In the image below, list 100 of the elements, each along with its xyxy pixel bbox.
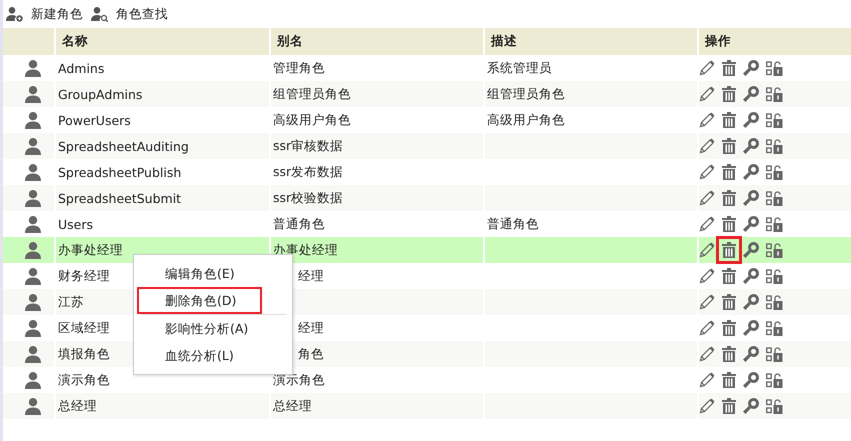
person-icon [24, 242, 40, 258]
table-cell: Admins [58, 60, 104, 76]
key-icon[interactable] [743, 294, 759, 310]
menu-item[interactable]: 删除角色(D) [137, 287, 262, 314]
pencil-icon[interactable] [699, 242, 715, 258]
key-icon[interactable] [743, 372, 759, 388]
table-cell: 填报角色 [58, 346, 110, 362]
trash-icon[interactable] [722, 216, 736, 232]
trash-icon[interactable] [722, 112, 736, 128]
lock-icon[interactable] [766, 268, 783, 284]
trash-icon[interactable] [722, 268, 736, 284]
trash-icon[interactable] [722, 320, 736, 336]
person-icon [24, 346, 40, 362]
table-cell: 总经理 [273, 398, 312, 414]
trash-icon[interactable] [722, 164, 736, 180]
key-icon[interactable] [743, 346, 759, 362]
key-icon[interactable] [743, 268, 759, 284]
lock-icon[interactable] [766, 320, 783, 336]
table-cell: ssr审核数据 [273, 138, 344, 154]
menu-item[interactable]: 血统分析(L) [137, 342, 289, 369]
trash-icon[interactable] [722, 190, 736, 206]
table-row[interactable]: 总经理 总经理 [3, 393, 851, 419]
person-icon [24, 268, 40, 284]
lock-icon[interactable] [766, 216, 783, 232]
key-icon[interactable] [743, 242, 759, 258]
person-icon [24, 294, 40, 310]
table-cell: 普通角色 [273, 216, 325, 232]
key-icon[interactable] [743, 398, 759, 414]
pencil-icon[interactable] [699, 346, 715, 362]
person-icon [24, 372, 40, 388]
table-row[interactable]: GroupAdmins 组管理员角色 组管理员角色 [3, 81, 851, 107]
lock-icon[interactable] [766, 294, 783, 310]
find-role-button[interactable]: 角色查找 [91, 6, 172, 22]
lock-icon[interactable] [766, 190, 783, 206]
trash-icon[interactable] [722, 86, 736, 102]
person-icon [24, 138, 40, 154]
trash-icon[interactable] [722, 294, 736, 310]
menu-item[interactable]: 影响性分析(A) [137, 315, 289, 342]
table-cell: 经理 [298, 268, 324, 284]
trash-icon[interactable] [722, 242, 736, 258]
trash-icon[interactable] [722, 398, 736, 414]
pencil-icon[interactable] [699, 190, 715, 206]
key-icon[interactable] [743, 86, 759, 102]
lock-icon[interactable] [766, 60, 783, 76]
table-cell: 高级用户角色 [487, 112, 565, 128]
pencil-icon[interactable] [699, 86, 715, 102]
lock-icon[interactable] [766, 112, 783, 128]
key-icon[interactable] [743, 112, 759, 128]
pencil-icon[interactable] [699, 294, 715, 310]
table-cell: ssr校验数据 [273, 190, 344, 206]
key-icon[interactable] [743, 138, 759, 154]
table-cell: 总经理 [58, 398, 97, 414]
table-row[interactable]: SpreadsheetAuditing ssr审核数据 [3, 133, 851, 159]
trash-icon[interactable] [722, 372, 736, 388]
table-cell: PowerUsers [58, 112, 131, 128]
person-icon [24, 216, 40, 232]
pencil-icon[interactable] [699, 320, 715, 336]
pencil-icon[interactable] [699, 60, 715, 76]
person-icon [24, 320, 40, 336]
lock-icon[interactable] [766, 164, 783, 180]
person-icon [24, 190, 40, 206]
trash-icon[interactable] [722, 60, 736, 76]
table-cell: 财务经理 [58, 268, 110, 284]
menu-item[interactable]: 编辑角色(E) [137, 260, 289, 287]
table-cell: SpreadsheetPublish [58, 164, 182, 180]
table-cell: GroupAdmins [58, 86, 142, 102]
table-cell: Users [58, 216, 94, 232]
lock-icon[interactable] [766, 398, 783, 414]
pencil-icon[interactable] [699, 164, 715, 180]
trash-icon[interactable] [722, 346, 736, 362]
table-cell: 组管理员角色 [273, 86, 351, 102]
pencil-icon[interactable] [699, 216, 715, 232]
key-icon[interactable] [743, 164, 759, 180]
new-role-button[interactable]: 新建角色 [6, 6, 87, 22]
table-cell: 办事处经理 [58, 242, 123, 258]
table-cell: ssr发布数据 [273, 164, 344, 180]
person-icon [24, 398, 40, 414]
key-icon[interactable] [743, 190, 759, 206]
pencil-icon[interactable] [699, 138, 715, 154]
trash-icon[interactable] [722, 138, 736, 154]
key-icon[interactable] [743, 320, 759, 336]
table-cell: 管理角色 [273, 60, 325, 76]
pencil-icon[interactable] [699, 268, 715, 284]
lock-icon[interactable] [766, 372, 783, 388]
lock-icon[interactable] [766, 86, 783, 102]
pencil-icon[interactable] [699, 372, 715, 388]
lock-icon[interactable] [766, 138, 783, 154]
add-user-icon [6, 6, 23, 22]
table-cell: SpreadsheetAuditing [58, 138, 189, 154]
person-icon [24, 164, 40, 180]
table-cell: 系统管理员 [487, 60, 552, 76]
lock-icon[interactable] [766, 346, 783, 362]
lock-icon[interactable] [766, 242, 783, 258]
pencil-icon[interactable] [699, 112, 715, 128]
key-icon[interactable] [743, 216, 759, 232]
person-icon [24, 112, 40, 128]
table-cell: 普通角色 [487, 216, 539, 232]
key-icon[interactable] [743, 60, 759, 76]
pencil-icon[interactable] [699, 398, 715, 414]
table-row[interactable]: SpreadsheetSubmit ssr校验数据 [3, 185, 851, 211]
